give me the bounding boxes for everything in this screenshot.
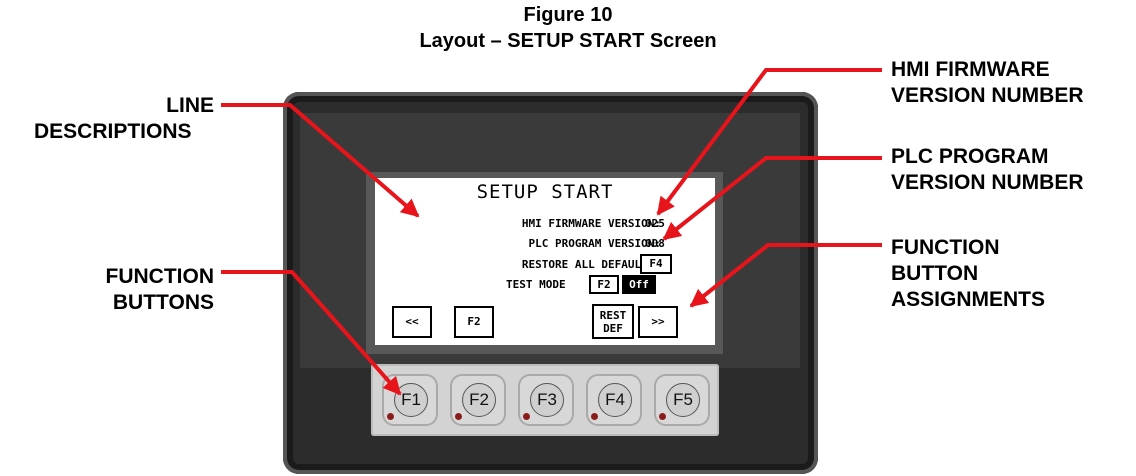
arrow-plc-program bbox=[662, 156, 882, 241]
arrow-hmi-firmware bbox=[656, 68, 882, 216]
callout-arrows bbox=[221, 68, 882, 396]
arrow-line-descriptions bbox=[221, 103, 420, 218]
arrow-function-buttons bbox=[221, 270, 402, 396]
arrow-function-assignments bbox=[689, 243, 882, 308]
